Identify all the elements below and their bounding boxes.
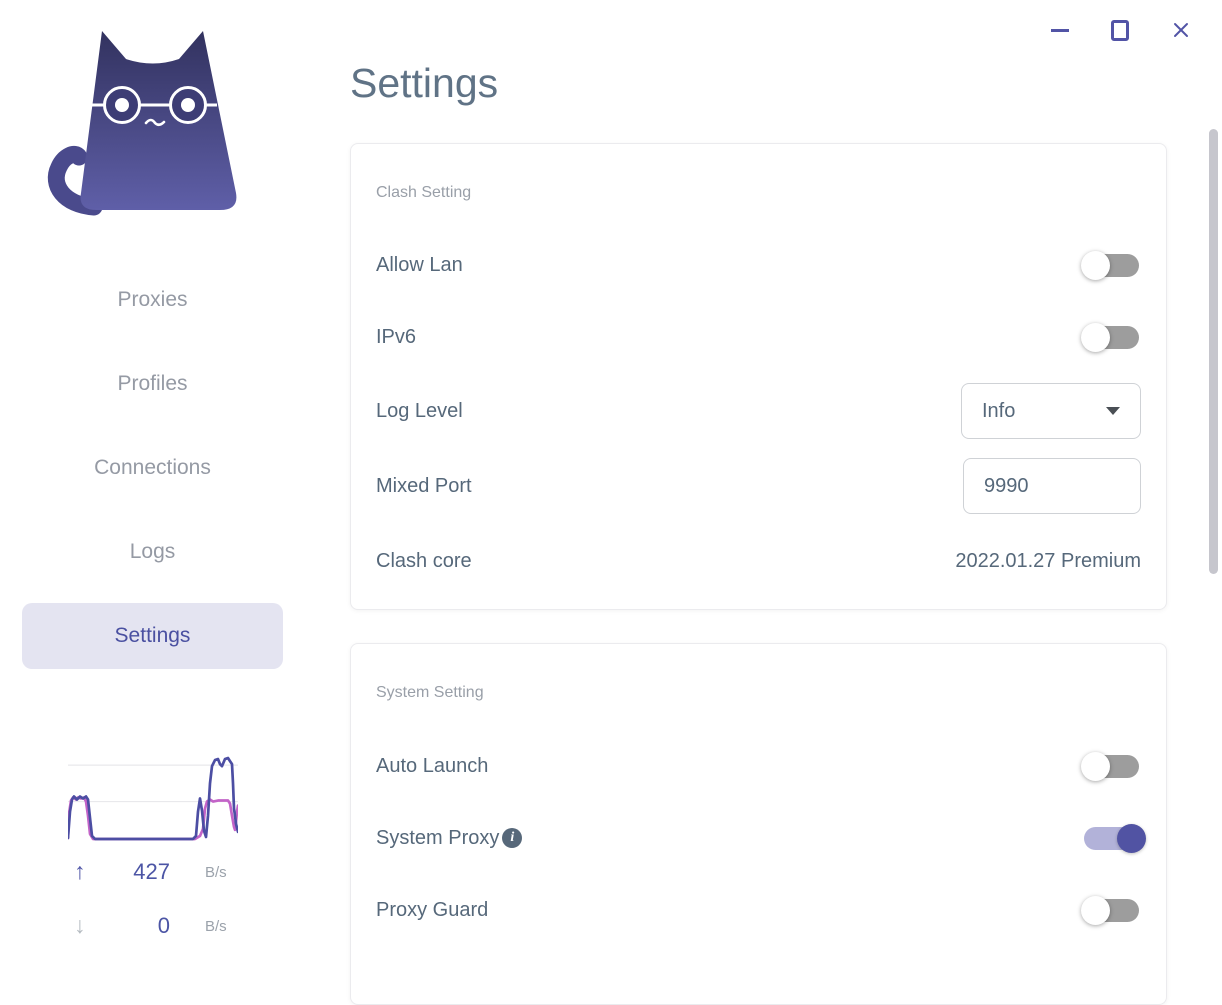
sidebar-item-profiles[interactable]: Profiles: [22, 351, 283, 417]
close-button[interactable]: [1166, 16, 1196, 44]
toggle-thumb: [1117, 823, 1146, 853]
auto-launch-label: Auto Launch: [376, 754, 489, 777]
download-unit: B/s: [205, 918, 227, 935]
download-line: [68, 796, 238, 841]
mixed-port-row: Mixed Port: [376, 458, 1141, 514]
sidebar-item-proxies[interactable]: Proxies: [22, 267, 283, 333]
clash-cat-logo: [47, 31, 237, 216]
allow-lan-row: Allow Lan: [376, 237, 1141, 293]
allow-lan-label: Allow Lan: [376, 253, 463, 276]
upload-arrow-icon: ↑: [74, 858, 86, 884]
system-proxy-label: System Proxy i: [376, 826, 523, 850]
auto-launch-row: Auto Launch: [376, 738, 1141, 794]
toggle-thumb: [1081, 751, 1110, 781]
upload-line: [68, 756, 238, 841]
proxy-guard-label: Proxy Guard: [376, 898, 489, 921]
sidebar-nav: Proxies Profiles Connections Logs Settin…: [22, 267, 283, 687]
download-value: 0: [157, 913, 170, 938]
sidebar-item-settings[interactable]: Settings: [22, 603, 283, 669]
clash-core-value: 2022.01.27 Premium: [955, 549, 1141, 572]
log-level-value: Info: [982, 399, 1016, 422]
clash-core-label: Clash core: [376, 549, 472, 572]
chevron-down-icon: [1106, 407, 1120, 415]
clash-core-row: Clash core 2022.01.27 Premium: [376, 533, 1141, 589]
cat-body: [80, 31, 237, 210]
minimize-icon: [1051, 28, 1069, 32]
auto-launch-toggle[interactable]: [1081, 751, 1139, 781]
page-title: Settings: [350, 60, 499, 106]
maximize-icon: [1111, 19, 1129, 41]
left-eye: [115, 98, 129, 112]
clash-setting-card: Clash Setting Allow Lan IPv6 Log Level I…: [350, 143, 1167, 610]
proxy-guard-row: Proxy Guard: [376, 882, 1141, 938]
system-setting-card: System Setting Auto Launch System Proxy …: [350, 643, 1167, 1005]
mixed-port-input[interactable]: [963, 458, 1141, 514]
upload-value: 427: [133, 859, 170, 884]
toggle-thumb: [1081, 250, 1110, 280]
info-icon[interactable]: i: [502, 828, 523, 848]
log-level-row: Log Level Info: [376, 383, 1141, 439]
minimize-button[interactable]: [1045, 16, 1075, 44]
log-level-label: Log Level: [376, 399, 463, 422]
system-proxy-toggle[interactable]: [1084, 823, 1146, 853]
close-icon: [1174, 23, 1188, 37]
allow-lan-toggle[interactable]: [1081, 250, 1139, 280]
ipv6-toggle[interactable]: [1081, 322, 1139, 352]
card-header: Clash Setting: [376, 184, 472, 201]
system-proxy-label-text: System Proxy: [376, 826, 500, 849]
proxy-guard-toggle[interactable]: [1081, 895, 1139, 925]
ipv6-label: IPv6: [376, 325, 417, 348]
maximize-button[interactable]: [1105, 16, 1135, 44]
toggle-thumb: [1081, 895, 1110, 925]
sidebar-item-connections[interactable]: Connections: [22, 435, 283, 501]
sidebar-item-logs[interactable]: Logs: [22, 519, 283, 585]
mixed-port-label: Mixed Port: [376, 474, 472, 497]
toggle-thumb: [1081, 322, 1110, 352]
download-arrow-icon: ↓: [74, 912, 86, 938]
right-eye: [181, 98, 195, 112]
ipv6-row: IPv6: [376, 309, 1141, 365]
upload-unit: B/s: [205, 864, 227, 881]
card-header: System Setting: [376, 684, 484, 701]
traffic-graph: [68, 756, 238, 841]
log-level-select[interactable]: Info: [961, 383, 1141, 439]
system-proxy-row: System Proxy i: [376, 810, 1146, 866]
scrollbar-thumb[interactable]: [1209, 129, 1218, 574]
